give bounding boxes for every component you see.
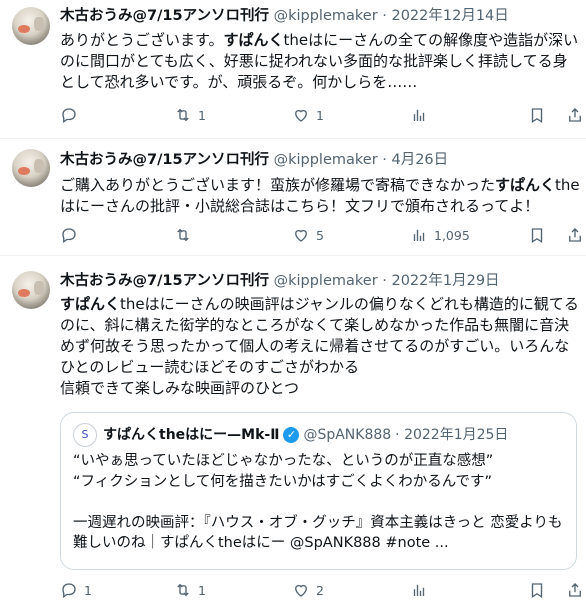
- views-button[interactable]: 1,095: [410, 226, 470, 244]
- tweet-header: 木古おうみ@7/15アンソロ刊行 @kipplemaker · 4月26日: [60, 150, 448, 170]
- like-icon: [295, 229, 307, 242]
- tweet-date[interactable]: · 2022年12月14日: [382, 8, 509, 24]
- like-count: 1: [316, 107, 324, 123]
- like-icon: [295, 109, 307, 122]
- views-icon: [413, 229, 425, 241]
- retweet-icon: [177, 583, 189, 597]
- like-button[interactable]: 2: [292, 581, 324, 599]
- retweet-button[interactable]: 1: [174, 581, 206, 599]
- tweet-actions: 1 1: [56, 106, 581, 128]
- avatar[interactable]: [12, 149, 50, 187]
- quote-header: S すぱんくtheはにー—Mk-Ⅱ ✓ @SpANK888 · 2022年1月2…: [73, 423, 508, 447]
- quote-author-handle: @SpANK888: [303, 427, 392, 443]
- views-icon: [413, 109, 425, 121]
- tweet-3[interactable]: 木古おうみ@7/15アンソロ刊行 @kipplemaker · 2022年1月2…: [0, 255, 586, 615]
- reply-icon: [62, 583, 76, 599]
- text-part: theはにーさんの映画評はジャンルの偏りなくどれも構造的に観てるのに、斜に構えた…: [60, 295, 579, 376]
- bookmark-button[interactable]: [528, 226, 546, 244]
- retweet-icon: [177, 108, 189, 122]
- views-button[interactable]: [410, 106, 434, 124]
- author-handle[interactable]: @kipplemaker: [274, 8, 378, 24]
- like-count: 2: [316, 582, 324, 598]
- bookmark-icon: [531, 228, 543, 244]
- tweet-header: 木古おうみ@7/15アンソロ刊行 @kipplemaker · 2022年1月2…: [60, 271, 500, 291]
- share-button[interactable]: [566, 106, 584, 124]
- tweet-1[interactable]: 木古おうみ@7/15アンソロ刊行 @kipplemaker · 2022年12月…: [0, 0, 586, 139]
- views-button[interactable]: [410, 581, 434, 599]
- author-name[interactable]: 木古おうみ@7/15アンソロ刊行: [60, 273, 269, 289]
- bookmark-icon: [531, 583, 543, 599]
- tweet-text: ありがとうございます。すぱんくtheはにーさんの全ての解像度や造詣が深いのに間口…: [60, 30, 580, 93]
- retweet-button[interactable]: 1: [174, 106, 206, 124]
- quote-line: 一週遅れの映画評：『ハウス・オブ・グッチ』資本主義はきっと 恋愛よりも難しいのね…: [73, 514, 563, 552]
- views-icon: [413, 584, 425, 596]
- reply-icon: [62, 108, 76, 124]
- bookmark-button[interactable]: [528, 106, 546, 124]
- text-line: 信頼できて楽しみな映画評のひとつ: [60, 379, 299, 397]
- like-button[interactable]: 5: [292, 226, 324, 244]
- like-icon: [295, 584, 307, 597]
- author-name[interactable]: 木古おうみ@7/15アンソロ刊行: [60, 152, 269, 168]
- quote-date: · 2022年1月25日: [395, 427, 509, 443]
- views-count: 1,095: [434, 227, 470, 243]
- share-icon: [569, 583, 581, 597]
- text-part: ありがとうございます。: [60, 31, 224, 49]
- quote-text: “いやぁ思っていたほどじゃなかったな、というのが正直な感想” “フィクションとし…: [73, 451, 568, 554]
- reply-button[interactable]: [60, 226, 84, 244]
- tweet-text: すぱんくtheはにーさんの映画評はジャンルの偏りなくどれも構造的に観てるのに、斜…: [60, 294, 580, 399]
- text-bold[interactable]: すぱんく: [224, 31, 284, 49]
- author-name[interactable]: 木古おうみ@7/15アンソロ刊行: [60, 8, 269, 24]
- share-button[interactable]: [566, 226, 584, 244]
- share-button[interactable]: [566, 581, 584, 599]
- share-icon: [569, 108, 581, 122]
- tweet-text: ご購入ありがとうございます！蛮族が修羅場で寄稿できなかったすぱんくtheはにーさ…: [60, 175, 580, 217]
- author-handle[interactable]: @kipplemaker: [274, 152, 378, 168]
- text-bold[interactable]: すぱんく: [495, 176, 555, 194]
- retweet-count: 1: [198, 582, 206, 598]
- text-bold[interactable]: すぱんく: [60, 295, 120, 313]
- tweet-actions: 5 1,095: [56, 226, 581, 248]
- like-count: 5: [316, 227, 324, 243]
- retweet-icon: [177, 228, 189, 242]
- avatar[interactable]: [12, 271, 50, 309]
- reply-button[interactable]: 1: [60, 581, 92, 599]
- tweet-date[interactable]: · 2022年1月29日: [382, 273, 499, 289]
- quote-line: “いやぁ思っていたほどじゃなかったな、というのが正直な感想”: [73, 453, 494, 469]
- quote-blank-line: [73, 492, 568, 513]
- like-button[interactable]: 1: [292, 106, 324, 124]
- text-part: ご購入ありがとうございます！蛮族が修羅場で寄稿できなかった: [60, 176, 496, 194]
- quote-author-name: すぱんくtheはにー—Mk-Ⅱ: [103, 427, 280, 443]
- quote-line: “フィクションとして何を描きたいかはすごくよくわかるんです”: [73, 473, 492, 490]
- tweet-2[interactable]: 木古おうみ@7/15アンソロ刊行 @kipplemaker · 4月26日 ご購…: [0, 138, 586, 256]
- reply-button[interactable]: [60, 106, 84, 124]
- reply-icon: [62, 228, 76, 244]
- quote-avatar: S: [73, 423, 97, 447]
- tweet-header: 木古おうみ@7/15アンソロ刊行 @kipplemaker · 2022年12月…: [60, 6, 509, 26]
- quoted-tweet[interactable]: S すぱんくtheはにー—Mk-Ⅱ ✓ @SpANK888 · 2022年1月2…: [60, 412, 577, 570]
- reply-count: 1: [84, 582, 92, 598]
- avatar[interactable]: [12, 7, 50, 45]
- retweet-button[interactable]: [174, 226, 198, 244]
- retweet-count: 1: [198, 107, 206, 123]
- author-handle[interactable]: @kipplemaker: [274, 273, 378, 289]
- tweet-actions: 1 1 2: [56, 581, 581, 603]
- bookmark-button[interactable]: [528, 581, 546, 599]
- share-icon: [569, 228, 581, 242]
- verified-badge-icon: ✓: [283, 427, 300, 443]
- bookmark-icon: [531, 108, 543, 124]
- tweet-date[interactable]: · 4月26日: [382, 152, 448, 168]
